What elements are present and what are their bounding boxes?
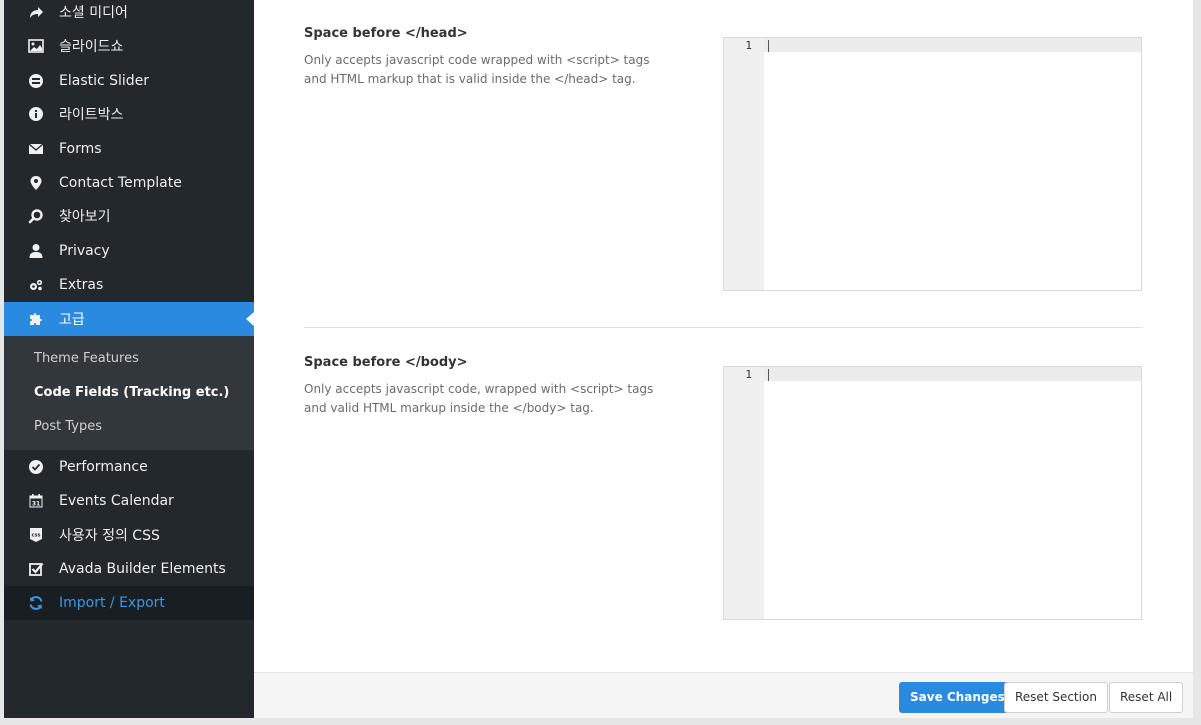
sidebar-item-extras[interactable]: Extras (4, 268, 254, 302)
text-cursor (768, 40, 769, 52)
editor-gutter: 1 (724, 38, 764, 290)
head-code-field-title: Space before </head> (304, 26, 468, 41)
search-icon (26, 206, 46, 226)
sidebar-item-elastic-slider[interactable]: Elastic Slider (4, 64, 254, 98)
sidebar-item-contact-template[interactable]: Contact Template (4, 166, 254, 200)
submenu-item-code-fields[interactable]: Code Fields (Tracking etc.) (34, 385, 229, 400)
section-divider (304, 327, 1142, 328)
map-pin-icon (26, 173, 46, 193)
sidebar-item-builder-elements[interactable]: Avada Builder Elements (4, 552, 254, 586)
share-arrow-icon (26, 2, 46, 22)
image-icon (26, 36, 46, 56)
sidebar-item-label: 라이트박스 (59, 107, 124, 123)
sidebar-item-label: 고급 (59, 312, 85, 328)
sidebar-item-label: Contact Template (59, 175, 182, 191)
active-line-highlight (764, 367, 1141, 381)
sidebar-item-search[interactable]: 찾아보기 (4, 199, 254, 233)
sidebar-item-lightbox[interactable]: 라이트박스 (4, 97, 254, 131)
body-code-field-description: Only accepts javascript code, wrapped wi… (304, 382, 654, 415)
check-circle-icon (26, 457, 46, 477)
sidebar-item-slideshow[interactable]: 슬라이드쇼 (4, 29, 254, 63)
checkbox-icon (26, 559, 46, 579)
body-code-field-title: Space before </body> (304, 355, 468, 370)
sidebar-item-forms[interactable]: Forms (4, 132, 254, 166)
sidebar-item-advanced[interactable]: 고급 (4, 302, 254, 336)
editor-gutter: 1 (724, 367, 764, 619)
refresh-icon (26, 593, 46, 613)
sidebar-item-custom-css[interactable]: css 사용자 정의 CSS (4, 518, 254, 552)
sidebar-item-label: 소셜 미디어 (59, 5, 128, 21)
css-file-icon: css (26, 525, 46, 545)
sidebar-item-label: Avada Builder Elements (59, 561, 226, 577)
sidebar-item-label: 사용자 정의 CSS (59, 528, 160, 544)
submenu-item-theme-features[interactable]: Theme Features (34, 351, 139, 366)
calendar-day-number: 31 (32, 501, 40, 508)
gears-icon (26, 275, 46, 295)
calendar-icon: 31 (26, 491, 46, 511)
sidebar-item-social-media[interactable]: 소셜 미디어 (4, 0, 254, 29)
sidebar-item-label: Extras (59, 277, 104, 293)
sidebar-item-performance[interactable]: Performance (4, 450, 254, 484)
sidebar-item-label: Privacy (59, 243, 110, 259)
slider-icon (26, 71, 46, 91)
sidebar-item-label: Forms (59, 141, 102, 157)
save-changes-button[interactable]: Save Changes (899, 682, 1016, 713)
sidebar-item-label: Events Calendar (59, 493, 174, 509)
user-icon (26, 241, 46, 261)
sidebar-item-events-calendar[interactable]: 31 Events Calendar (4, 484, 254, 518)
reset-all-button[interactable]: Reset All (1109, 682, 1184, 713)
text-cursor (768, 369, 769, 381)
css-badge-text: css (32, 533, 41, 539)
sidebar-item-label: 찾아보기 (59, 209, 111, 225)
head-code-field-description: Only accepts javascript code wrapped wit… (304, 53, 650, 86)
line-number: 1 (745, 39, 752, 52)
head-code-editor[interactable]: 1 (723, 37, 1142, 291)
advanced-submenu: Theme Features Code Fields (Tracking etc… (4, 336, 254, 450)
options-footer: Save Changes Reset Section Reset All (254, 672, 1193, 718)
settings-panel: Space before </head> Only accepts javasc… (254, 0, 1193, 718)
sidebar-item-import-export[interactable]: Import / Export (4, 586, 254, 620)
reset-section-button[interactable]: Reset Section (1004, 682, 1108, 713)
body-code-editor[interactable]: 1 (723, 366, 1142, 620)
admin-sidebar: 소셜 미디어 슬라이드쇼 Elastic Slider 라이트박스 Forms … (4, 0, 254, 718)
puzzle-icon (26, 309, 46, 329)
sidebar-item-label: Elastic Slider (59, 73, 150, 89)
submenu-item-post-types[interactable]: Post Types (34, 419, 102, 434)
active-line-highlight (764, 38, 1141, 52)
sidebar-item-label: 슬라이드쇼 (59, 39, 124, 55)
line-number: 1 (745, 368, 752, 381)
info-icon (26, 104, 46, 124)
envelope-icon (26, 139, 46, 159)
sidebar-item-privacy[interactable]: Privacy (4, 234, 254, 268)
sidebar-item-label: Performance (59, 459, 148, 475)
sidebar-item-label: Import / Export (59, 595, 165, 611)
